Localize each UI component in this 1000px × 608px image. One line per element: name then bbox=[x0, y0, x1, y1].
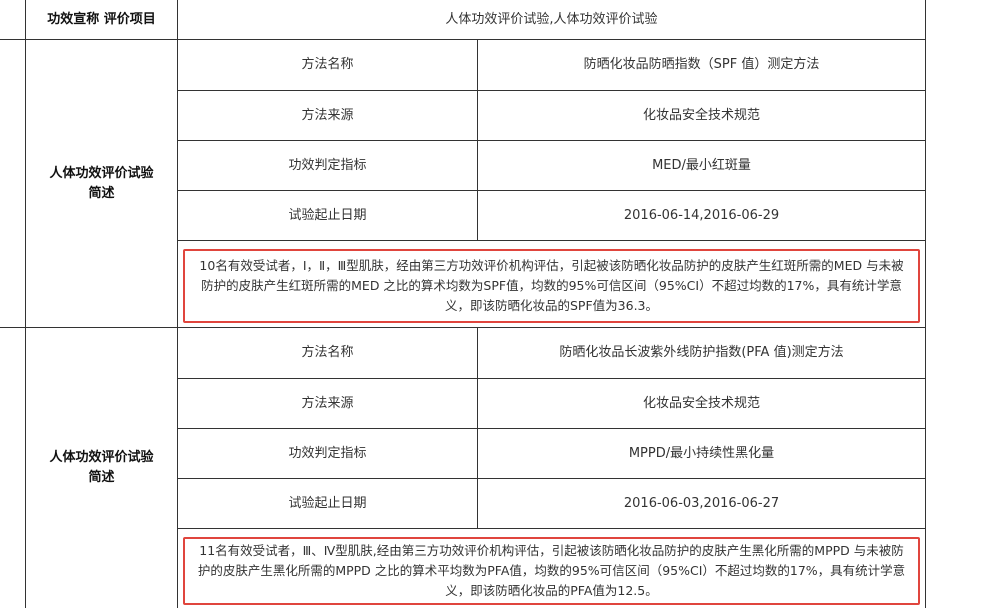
group-title: 人体功效评价试验简述 bbox=[49, 165, 154, 201]
grid-line bbox=[25, 0, 26, 608]
row-label: 方法来源 bbox=[301, 107, 354, 123]
efficacy-table: 功效宣称 评价项目 人体功效评价试验,人体功效评价试验 人体功效评价试验简述 方… bbox=[0, 0, 1000, 608]
row-value: MPPD/最小持续性黑化量 bbox=[628, 445, 775, 461]
row-label: 方法名称 bbox=[301, 57, 354, 72]
row-label: 功效判定指标 bbox=[288, 157, 367, 173]
row-label: 功效判定指标 bbox=[288, 445, 367, 461]
group-title: 人体功效评价试验简述 bbox=[49, 450, 154, 485]
row-label: 试验起止日期 bbox=[288, 207, 367, 223]
row-value: 防晒化妆品防晒指数（SPF 值）测定方法 bbox=[583, 57, 820, 72]
row-value: 2016-06-14,2016-06-29 bbox=[623, 207, 780, 223]
row-label: 试验起止日期 bbox=[288, 495, 367, 511]
header-label: 功效宣称 评价项目 bbox=[47, 11, 156, 27]
row-value: 2016-06-03,2016-06-27 bbox=[623, 495, 780, 511]
summary-text: 11名有效受试者，Ⅲ、Ⅳ型肌肤,经由第三方功效评价机构评估，引起被该防晒化妆品防… bbox=[197, 543, 906, 598]
row-value: 化妆品安全技术规范 bbox=[642, 107, 760, 123]
row-value: 化妆品安全技术规范 bbox=[642, 395, 760, 411]
summary-text: 10名有效受试者，Ⅰ，Ⅱ，Ⅲ型肌肤，经由第三方功效评价机构评估，引起被该防晒化妆… bbox=[199, 258, 904, 313]
row-value: MED/最小红斑量 bbox=[652, 157, 751, 173]
grid-line bbox=[177, 528, 926, 529]
grid-line bbox=[925, 0, 926, 608]
row-value: 防晒化妆品长波紫外线防护指数(PFA 值)测定方法 bbox=[559, 345, 844, 360]
row-label: 方法名称 bbox=[301, 345, 354, 360]
header-value: 人体功效评价试验,人体功效评价试验 bbox=[445, 11, 658, 27]
row-label: 方法来源 bbox=[301, 395, 354, 411]
grid-line bbox=[177, 240, 926, 241]
